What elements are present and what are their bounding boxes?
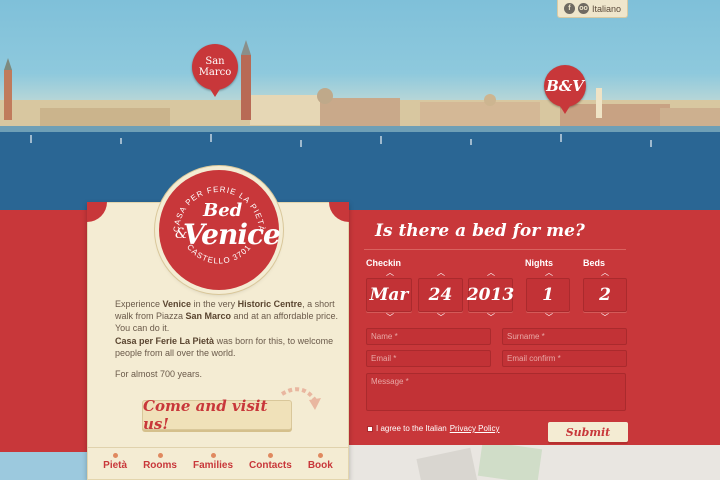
location-map[interactable] bbox=[330, 445, 720, 480]
nav-item-pieta[interactable]: Pietà bbox=[95, 448, 135, 471]
nav-item-book[interactable]: Book bbox=[300, 448, 341, 471]
intro-text: Experience Venice in the very Historic C… bbox=[115, 298, 340, 381]
checkin-label: Checkin bbox=[366, 258, 402, 268]
year-down-chevron-icon[interactable]: ﹀ bbox=[487, 314, 495, 322]
nights-label: Nights bbox=[525, 258, 553, 268]
facebook-icon[interactable]: f bbox=[563, 3, 575, 14]
logo-venice: Venice bbox=[183, 218, 281, 251]
message-textarea[interactable]: Message * bbox=[366, 373, 626, 411]
year-up-chevron-icon[interactable]: ︿ bbox=[487, 269, 495, 277]
month-up-chevron-icon[interactable]: ︿ bbox=[386, 269, 394, 277]
nights-down-chevron-icon[interactable]: ﹀ bbox=[545, 314, 553, 322]
form-title: Is there a bed for me? bbox=[375, 221, 585, 241]
map-water bbox=[0, 452, 90, 480]
checkin-day-select[interactable]: 24 bbox=[418, 278, 463, 312]
privacy-agree-text: I agree to the Italian bbox=[376, 424, 447, 433]
intro-bold-venice: Venice bbox=[162, 299, 192, 309]
language-switcher: f oo Italiano bbox=[556, 0, 628, 18]
day-down-chevron-icon[interactable]: ﹀ bbox=[437, 314, 445, 322]
privacy-agreement: I agree to the Italian Privacy Policy bbox=[367, 424, 500, 433]
intro-card: CASA PER FERIE LA PIETÀ CASTELLO 3701 Be… bbox=[87, 170, 349, 480]
map-pin-bv[interactable]: B&V bbox=[544, 65, 586, 114]
month-down-chevron-icon[interactable]: ﹀ bbox=[386, 314, 394, 322]
language-link[interactable]: Italiano bbox=[592, 4, 621, 14]
venice-skyline-illustration bbox=[0, 40, 720, 210]
intro-bold-casa: Casa per Ferie La Pietà bbox=[115, 336, 215, 346]
checkin-year-select[interactable]: 2013 bbox=[467, 278, 514, 312]
nights-select[interactable]: 1 bbox=[526, 278, 570, 312]
intro-text-span: Experience bbox=[115, 299, 163, 309]
card-notch-right bbox=[329, 202, 349, 222]
tripadvisor-icon[interactable]: oo bbox=[577, 3, 589, 14]
nav-item-rooms[interactable]: Rooms bbox=[135, 448, 185, 471]
come-visit-button[interactable]: Come and visit us! bbox=[142, 397, 292, 433]
form-divider bbox=[364, 249, 626, 250]
privacy-checkbox[interactable] bbox=[367, 425, 373, 432]
day-up-chevron-icon[interactable]: ︿ bbox=[437, 269, 445, 277]
beds-up-chevron-icon[interactable]: ︿ bbox=[601, 269, 609, 277]
privacy-policy-link[interactable]: Privacy Policy bbox=[450, 424, 500, 433]
beds-label: Beds bbox=[583, 258, 606, 268]
nav-item-families[interactable]: Families bbox=[185, 448, 241, 471]
site-logo[interactable]: CASA PER FERIE LA PIETÀ CASTELLO 3701 Be… bbox=[159, 170, 281, 290]
email-confirm-input[interactable]: Email confirm * bbox=[502, 350, 627, 367]
intro-paragraph-1: Experience Venice in the very Historic C… bbox=[115, 298, 340, 334]
intro-bold-historic: Historic Centre bbox=[237, 299, 303, 309]
email-input[interactable]: Email * bbox=[366, 350, 491, 367]
submit-button[interactable]: Submit bbox=[548, 422, 628, 442]
intro-bold-san-marco: San Marco bbox=[185, 311, 232, 321]
surname-input[interactable]: Surname * bbox=[502, 328, 627, 345]
intro-paragraph-2: Casa per Ferie La Pietà was born for thi… bbox=[115, 335, 340, 359]
card-nav: Pietà Rooms Families Contacts Book bbox=[87, 447, 349, 471]
beds-down-chevron-icon[interactable]: ﹀ bbox=[601, 314, 609, 322]
intro-text-span: in the very bbox=[191, 299, 238, 309]
checkin-month-select[interactable]: Mar bbox=[366, 278, 412, 312]
intro-paragraph-3: For almost 700 years. bbox=[115, 369, 203, 379]
card-notch-left bbox=[87, 202, 107, 222]
nights-up-chevron-icon[interactable]: ︿ bbox=[545, 269, 553, 277]
beds-select[interactable]: 2 bbox=[583, 278, 627, 312]
name-input[interactable]: Name * bbox=[366, 328, 491, 345]
hero-banner: f oo Italiano San Marco B&V bbox=[0, 0, 720, 210]
map-pin-san-marco[interactable]: San Marco bbox=[192, 44, 238, 97]
nav-item-contacts[interactable]: Contacts bbox=[241, 448, 300, 471]
